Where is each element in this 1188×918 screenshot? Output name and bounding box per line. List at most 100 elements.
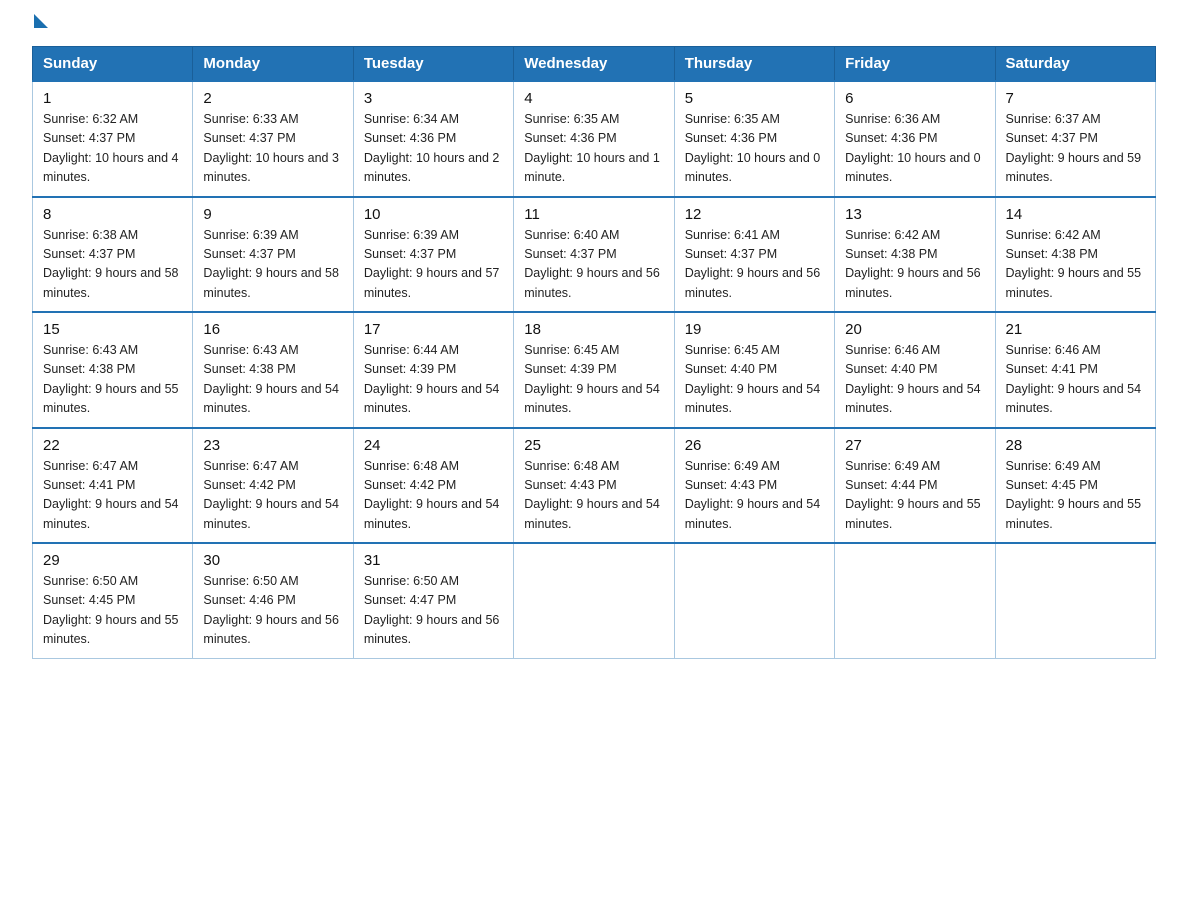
weekday-header-thursday: Thursday bbox=[674, 47, 834, 82]
day-number: 26 bbox=[685, 437, 824, 454]
day-number: 18 bbox=[524, 321, 663, 338]
calendar-week-row-2: 8 Sunrise: 6:38 AMSunset: 4:37 PMDayligh… bbox=[33, 197, 1156, 313]
day-info: Sunrise: 6:47 AMSunset: 4:42 PMDaylight:… bbox=[203, 459, 339, 531]
calendar-table: SundayMondayTuesdayWednesdayThursdayFrid… bbox=[32, 46, 1156, 659]
day-info: Sunrise: 6:39 AMSunset: 4:37 PMDaylight:… bbox=[364, 228, 500, 300]
calendar-cell bbox=[674, 543, 834, 658]
calendar-cell: 6 Sunrise: 6:36 AMSunset: 4:36 PMDayligh… bbox=[835, 81, 995, 197]
day-number: 4 bbox=[524, 90, 663, 107]
day-info: Sunrise: 6:33 AMSunset: 4:37 PMDaylight:… bbox=[203, 112, 339, 184]
day-number: 12 bbox=[685, 206, 824, 223]
day-info: Sunrise: 6:49 AMSunset: 4:44 PMDaylight:… bbox=[845, 459, 981, 531]
day-number: 1 bbox=[43, 90, 182, 107]
day-number: 30 bbox=[203, 552, 342, 569]
day-number: 22 bbox=[43, 437, 182, 454]
calendar-cell: 25 Sunrise: 6:48 AMSunset: 4:43 PMDaylig… bbox=[514, 428, 674, 544]
day-info: Sunrise: 6:48 AMSunset: 4:42 PMDaylight:… bbox=[364, 459, 500, 531]
day-info: Sunrise: 6:35 AMSunset: 4:36 PMDaylight:… bbox=[685, 112, 821, 184]
day-number: 17 bbox=[364, 321, 503, 338]
day-number: 2 bbox=[203, 90, 342, 107]
day-info: Sunrise: 6:48 AMSunset: 4:43 PMDaylight:… bbox=[524, 459, 660, 531]
calendar-cell: 3 Sunrise: 6:34 AMSunset: 4:36 PMDayligh… bbox=[353, 81, 513, 197]
day-number: 25 bbox=[524, 437, 663, 454]
day-info: Sunrise: 6:41 AMSunset: 4:37 PMDaylight:… bbox=[685, 228, 821, 300]
day-info: Sunrise: 6:50 AMSunset: 4:46 PMDaylight:… bbox=[203, 574, 339, 646]
day-info: Sunrise: 6:36 AMSunset: 4:36 PMDaylight:… bbox=[845, 112, 981, 184]
day-info: Sunrise: 6:37 AMSunset: 4:37 PMDaylight:… bbox=[1006, 112, 1142, 184]
day-info: Sunrise: 6:35 AMSunset: 4:36 PMDaylight:… bbox=[524, 112, 660, 184]
calendar-cell: 10 Sunrise: 6:39 AMSunset: 4:37 PMDaylig… bbox=[353, 197, 513, 313]
day-number: 27 bbox=[845, 437, 984, 454]
day-number: 31 bbox=[364, 552, 503, 569]
day-info: Sunrise: 6:34 AMSunset: 4:36 PMDaylight:… bbox=[364, 112, 500, 184]
day-info: Sunrise: 6:43 AMSunset: 4:38 PMDaylight:… bbox=[203, 343, 339, 415]
calendar-cell: 5 Sunrise: 6:35 AMSunset: 4:36 PMDayligh… bbox=[674, 81, 834, 197]
weekday-header-saturday: Saturday bbox=[995, 47, 1155, 82]
logo-triangle-icon bbox=[34, 14, 48, 28]
calendar-cell: 27 Sunrise: 6:49 AMSunset: 4:44 PMDaylig… bbox=[835, 428, 995, 544]
day-number: 15 bbox=[43, 321, 182, 338]
day-info: Sunrise: 6:42 AMSunset: 4:38 PMDaylight:… bbox=[845, 228, 981, 300]
page-header bbox=[32, 24, 1156, 28]
calendar-week-row-1: 1 Sunrise: 6:32 AMSunset: 4:37 PMDayligh… bbox=[33, 81, 1156, 197]
day-number: 28 bbox=[1006, 437, 1145, 454]
day-number: 21 bbox=[1006, 321, 1145, 338]
day-info: Sunrise: 6:42 AMSunset: 4:38 PMDaylight:… bbox=[1006, 228, 1142, 300]
day-number: 11 bbox=[524, 206, 663, 223]
calendar-cell: 19 Sunrise: 6:45 AMSunset: 4:40 PMDaylig… bbox=[674, 312, 834, 428]
day-info: Sunrise: 6:49 AMSunset: 4:43 PMDaylight:… bbox=[685, 459, 821, 531]
day-info: Sunrise: 6:50 AMSunset: 4:47 PMDaylight:… bbox=[364, 574, 500, 646]
calendar-cell: 26 Sunrise: 6:49 AMSunset: 4:43 PMDaylig… bbox=[674, 428, 834, 544]
calendar-cell: 2 Sunrise: 6:33 AMSunset: 4:37 PMDayligh… bbox=[193, 81, 353, 197]
day-number: 29 bbox=[43, 552, 182, 569]
calendar-cell: 31 Sunrise: 6:50 AMSunset: 4:47 PMDaylig… bbox=[353, 543, 513, 658]
day-info: Sunrise: 6:50 AMSunset: 4:45 PMDaylight:… bbox=[43, 574, 179, 646]
day-info: Sunrise: 6:32 AMSunset: 4:37 PMDaylight:… bbox=[43, 112, 179, 184]
day-info: Sunrise: 6:46 AMSunset: 4:40 PMDaylight:… bbox=[845, 343, 981, 415]
calendar-cell: 23 Sunrise: 6:47 AMSunset: 4:42 PMDaylig… bbox=[193, 428, 353, 544]
day-info: Sunrise: 6:44 AMSunset: 4:39 PMDaylight:… bbox=[364, 343, 500, 415]
calendar-cell: 21 Sunrise: 6:46 AMSunset: 4:41 PMDaylig… bbox=[995, 312, 1155, 428]
weekday-header-wednesday: Wednesday bbox=[514, 47, 674, 82]
calendar-cell: 16 Sunrise: 6:43 AMSunset: 4:38 PMDaylig… bbox=[193, 312, 353, 428]
day-number: 10 bbox=[364, 206, 503, 223]
calendar-cell: 4 Sunrise: 6:35 AMSunset: 4:36 PMDayligh… bbox=[514, 81, 674, 197]
calendar-cell: 24 Sunrise: 6:48 AMSunset: 4:42 PMDaylig… bbox=[353, 428, 513, 544]
calendar-cell: 20 Sunrise: 6:46 AMSunset: 4:40 PMDaylig… bbox=[835, 312, 995, 428]
logo bbox=[32, 24, 48, 28]
day-number: 20 bbox=[845, 321, 984, 338]
calendar-cell: 22 Sunrise: 6:47 AMSunset: 4:41 PMDaylig… bbox=[33, 428, 193, 544]
calendar-cell: 13 Sunrise: 6:42 AMSunset: 4:38 PMDaylig… bbox=[835, 197, 995, 313]
calendar-cell: 15 Sunrise: 6:43 AMSunset: 4:38 PMDaylig… bbox=[33, 312, 193, 428]
day-number: 7 bbox=[1006, 90, 1145, 107]
day-number: 23 bbox=[203, 437, 342, 454]
calendar-cell: 12 Sunrise: 6:41 AMSunset: 4:37 PMDaylig… bbox=[674, 197, 834, 313]
calendar-cell bbox=[514, 543, 674, 658]
weekday-header-tuesday: Tuesday bbox=[353, 47, 513, 82]
day-info: Sunrise: 6:39 AMSunset: 4:37 PMDaylight:… bbox=[203, 228, 339, 300]
calendar-cell: 30 Sunrise: 6:50 AMSunset: 4:46 PMDaylig… bbox=[193, 543, 353, 658]
calendar-week-row-4: 22 Sunrise: 6:47 AMSunset: 4:41 PMDaylig… bbox=[33, 428, 1156, 544]
day-info: Sunrise: 6:40 AMSunset: 4:37 PMDaylight:… bbox=[524, 228, 660, 300]
calendar-cell: 7 Sunrise: 6:37 AMSunset: 4:37 PMDayligh… bbox=[995, 81, 1155, 197]
day-number: 14 bbox=[1006, 206, 1145, 223]
day-number: 24 bbox=[364, 437, 503, 454]
calendar-cell bbox=[835, 543, 995, 658]
day-info: Sunrise: 6:49 AMSunset: 4:45 PMDaylight:… bbox=[1006, 459, 1142, 531]
calendar-cell: 9 Sunrise: 6:39 AMSunset: 4:37 PMDayligh… bbox=[193, 197, 353, 313]
calendar-cell: 29 Sunrise: 6:50 AMSunset: 4:45 PMDaylig… bbox=[33, 543, 193, 658]
calendar-cell: 28 Sunrise: 6:49 AMSunset: 4:45 PMDaylig… bbox=[995, 428, 1155, 544]
weekday-header-sunday: Sunday bbox=[33, 47, 193, 82]
day-number: 8 bbox=[43, 206, 182, 223]
calendar-cell: 11 Sunrise: 6:40 AMSunset: 4:37 PMDaylig… bbox=[514, 197, 674, 313]
calendar-cell bbox=[995, 543, 1155, 658]
day-number: 16 bbox=[203, 321, 342, 338]
calendar-cell: 8 Sunrise: 6:38 AMSunset: 4:37 PMDayligh… bbox=[33, 197, 193, 313]
day-number: 5 bbox=[685, 90, 824, 107]
day-info: Sunrise: 6:47 AMSunset: 4:41 PMDaylight:… bbox=[43, 459, 179, 531]
day-info: Sunrise: 6:46 AMSunset: 4:41 PMDaylight:… bbox=[1006, 343, 1142, 415]
calendar-cell: 17 Sunrise: 6:44 AMSunset: 4:39 PMDaylig… bbox=[353, 312, 513, 428]
weekday-header-friday: Friday bbox=[835, 47, 995, 82]
day-info: Sunrise: 6:45 AMSunset: 4:39 PMDaylight:… bbox=[524, 343, 660, 415]
day-info: Sunrise: 6:38 AMSunset: 4:37 PMDaylight:… bbox=[43, 228, 179, 300]
